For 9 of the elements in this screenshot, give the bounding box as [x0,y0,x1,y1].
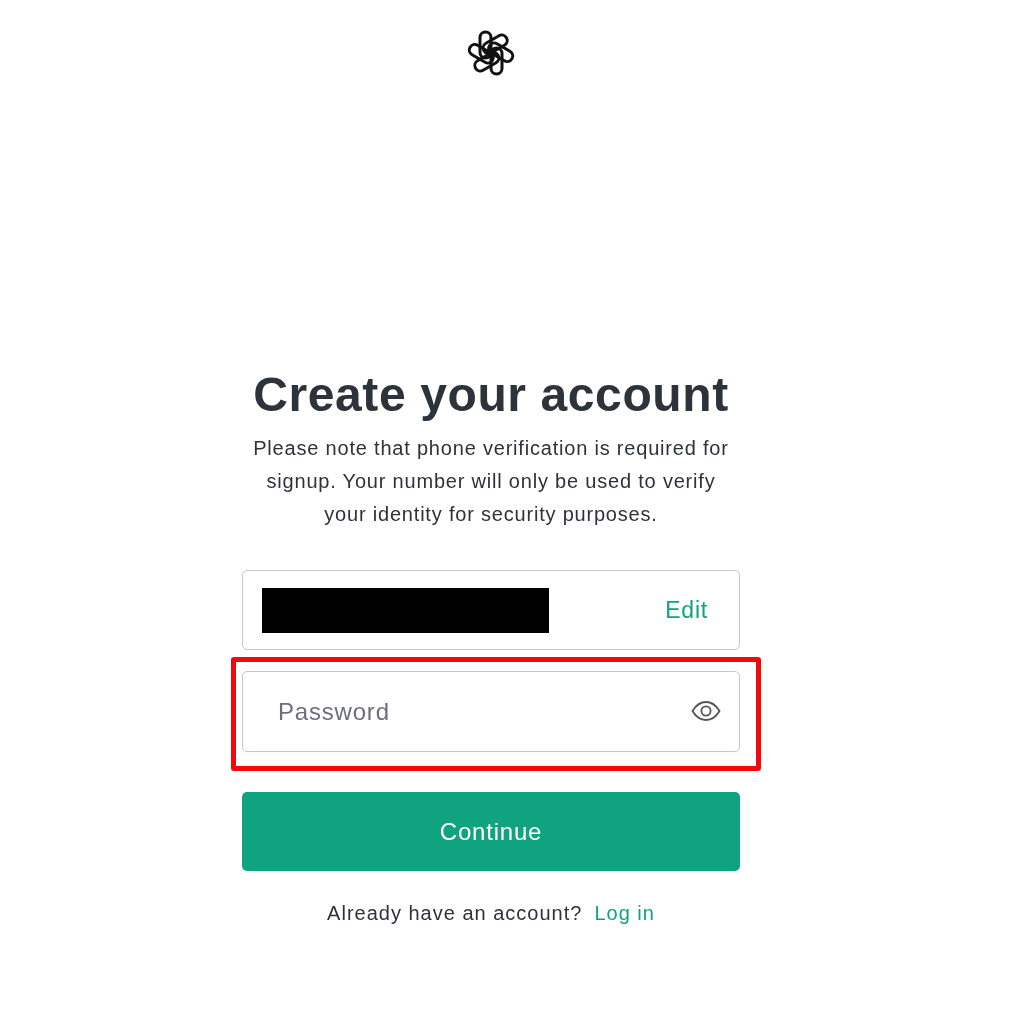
password-field[interactable]: Password [242,671,740,752]
edit-link[interactable]: Edit [665,596,708,624]
eye-icon[interactable] [691,701,721,721]
login-link[interactable]: Log in [594,902,655,924]
logo-icon [467,29,515,77]
login-prompt: Already have an account? [327,902,583,924]
page-title: Create your account [252,368,730,422]
continue-button[interactable]: Continue [242,792,740,871]
notice-text: Please note that phone verification is required for signup. Your number will only be used to verify your identity for security purposes. [252,436,730,527]
